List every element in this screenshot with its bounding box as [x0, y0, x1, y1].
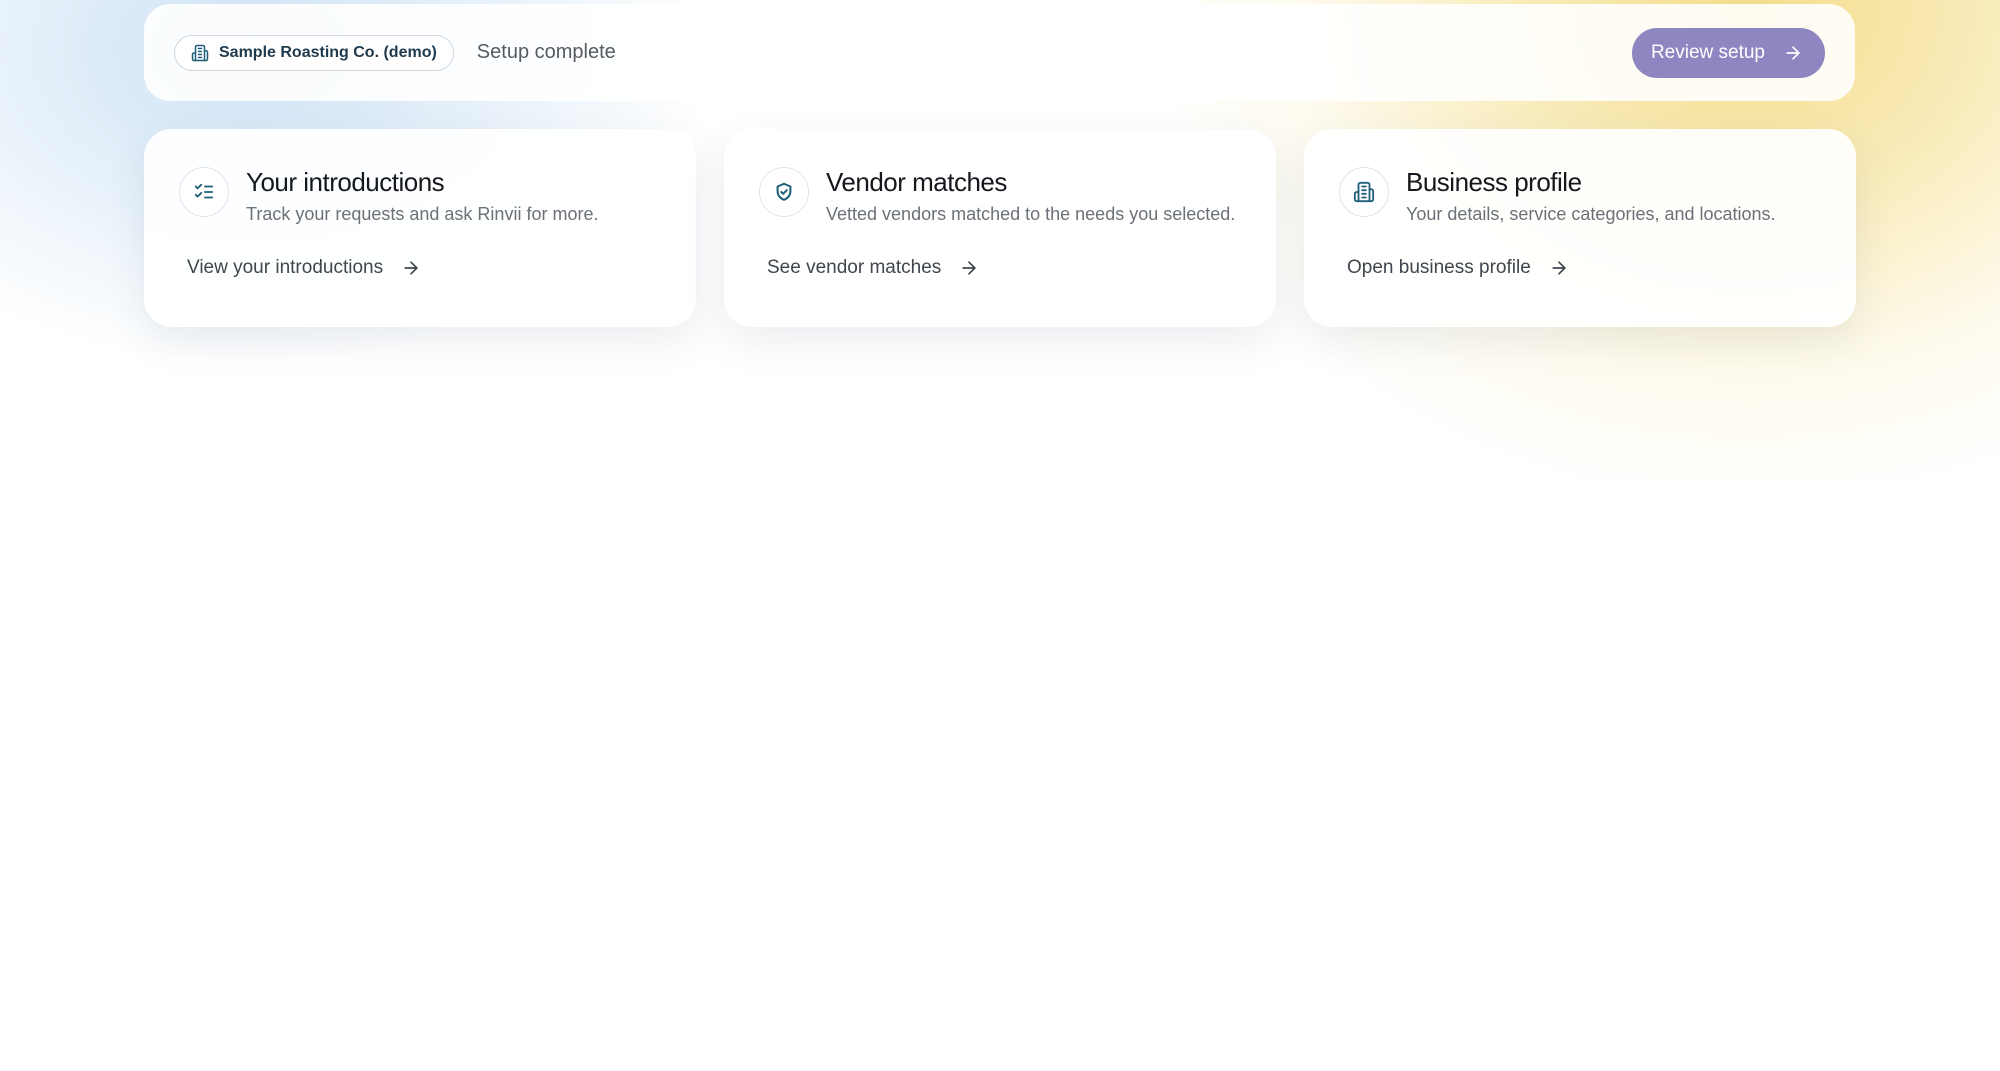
card-vendor-matches: Vendor matches Vetted vendors matched to… — [724, 129, 1276, 327]
open-business-profile-link[interactable]: Open business profile — [1347, 257, 1569, 279]
card-your-introductions: Your introductions Track your requests a… — [144, 129, 696, 327]
card-description: Track your requests and ask Rinvii for m… — [246, 204, 599, 224]
card-link-label: See vendor matches — [767, 257, 942, 278]
view-introductions-link[interactable]: View your introductions — [187, 257, 421, 279]
arrow-right-icon — [959, 258, 979, 278]
checklist-icon — [179, 167, 229, 217]
card-description: Vetted vendors matched to the needs you … — [826, 204, 1236, 224]
page: Sample Roasting Co. (demo) Setup complet… — [0, 0, 2000, 1071]
review-setup-button[interactable]: Review setup — [1631, 27, 1825, 78]
card-title: Business profile — [1406, 167, 1582, 197]
card-description: Your details, service categories, and lo… — [1406, 204, 1776, 224]
arrow-right-icon — [401, 258, 421, 278]
building-icon — [191, 44, 209, 62]
arrow-right-icon — [1549, 258, 1569, 278]
card-business-profile: Business profile Your details, service c… — [1304, 129, 1856, 327]
arrow-right-icon — [1783, 43, 1803, 63]
setup-status-text: Setup complete — [476, 41, 616, 63]
card-link-label: Open business profile — [1347, 257, 1531, 278]
card-title: Your introductions — [246, 167, 445, 197]
company-name: Sample Roasting Co. (demo) — [219, 43, 437, 61]
see-vendor-matches-link[interactable]: See vendor matches — [767, 257, 979, 279]
review-setup-label: Review setup — [1650, 41, 1765, 63]
setup-header-bar: Sample Roasting Co. (demo) Setup complet… — [144, 4, 1855, 101]
building-icon — [1339, 167, 1389, 217]
card-title: Vendor matches — [826, 167, 1007, 197]
card-link-label: View your introductions — [187, 257, 384, 278]
shield-check-icon — [759, 167, 809, 217]
company-pill[interactable]: Sample Roasting Co. (demo) — [174, 34, 454, 71]
